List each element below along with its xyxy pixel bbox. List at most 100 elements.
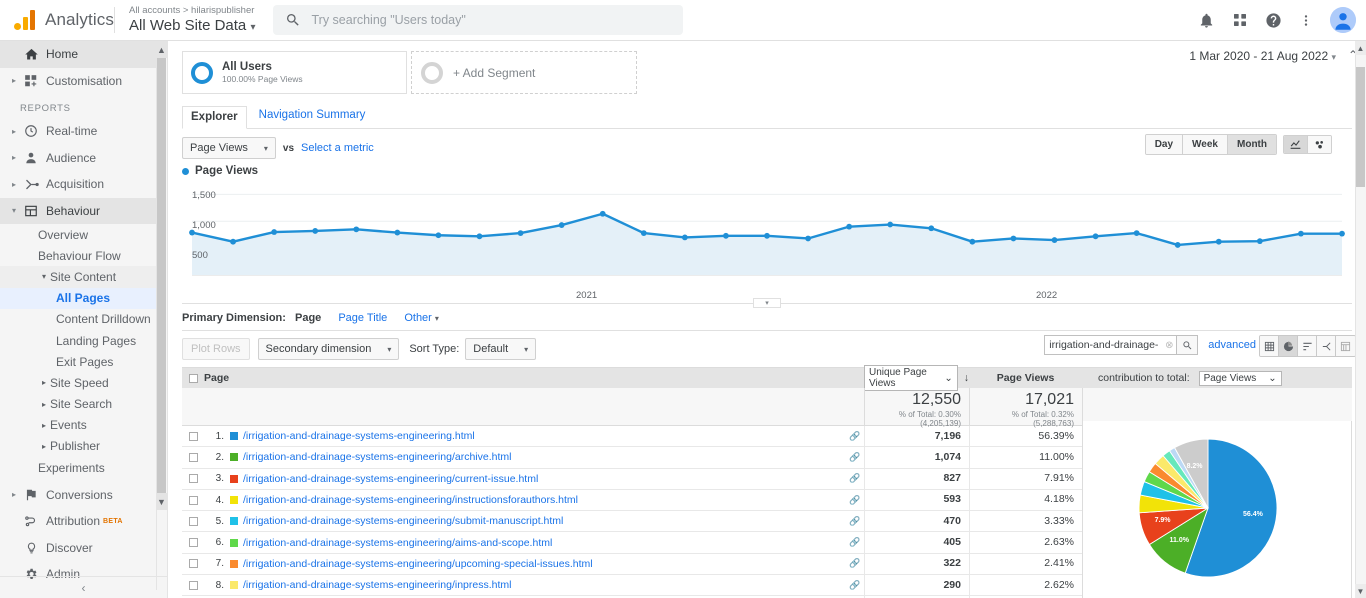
tab-explorer[interactable]: Explorer: [182, 106, 247, 129]
page-scroll-up[interactable]: ▲: [1355, 41, 1366, 55]
avatar[interactable]: [1330, 7, 1356, 33]
select-all-checkbox[interactable]: [182, 374, 204, 383]
row-checkbox[interactable]: [182, 559, 204, 568]
sidebar-item-real-time[interactable]: ▸ Real-time: [0, 118, 167, 145]
granularity-day[interactable]: Day: [1146, 135, 1183, 154]
row-checkbox[interactable]: [182, 474, 204, 483]
performance-view-icon[interactable]: [1298, 336, 1317, 356]
external-link-icon[interactable]: 🔗: [846, 516, 864, 527]
account-selector[interactable]: All accounts > hilarispublisher All Web …: [129, 6, 255, 34]
sidebar-collapse-button[interactable]: ‹: [0, 576, 167, 598]
analytics-logo[interactable]: Analytics: [0, 10, 110, 30]
add-segment-button[interactable]: + Add Segment: [411, 51, 637, 94]
global-search-input[interactable]: Try searching "Users today": [311, 13, 465, 27]
comparison-view-icon[interactable]: [1317, 336, 1336, 356]
sidebar-item-acquisition[interactable]: ▸ Acquisition: [0, 171, 167, 198]
sidebar-item-overview[interactable]: Overview: [0, 224, 167, 245]
page-scroll-down[interactable]: ▼: [1355, 584, 1366, 598]
row-checkbox[interactable]: [182, 432, 204, 441]
row-page-cell: /irrigation-and-drainage-systems-enginee…: [230, 515, 846, 527]
sidebar-item-all-pages[interactable]: All Pages: [0, 288, 167, 309]
row-page-link[interactable]: /irrigation-and-drainage-systems-enginee…: [243, 451, 511, 463]
date-range-picker[interactable]: 1 Mar 2020 - 21 Aug 2022 ▾: [1189, 49, 1336, 63]
advanced-link[interactable]: advanced: [1208, 339, 1256, 351]
row-page-link[interactable]: /irrigation-and-drainage-systems-enginee…: [243, 473, 538, 485]
sidebar-scrollbar[interactable]: ▲ ▼: [156, 41, 167, 590]
primary-dimension-page-title[interactable]: Page Title: [338, 312, 387, 324]
more-vert-icon[interactable]: [1299, 12, 1313, 29]
chart-svg: [182, 179, 1352, 287]
bubble-chart-icon[interactable]: [1308, 136, 1331, 153]
external-link-icon[interactable]: 🔗: [846, 431, 864, 442]
bell-icon[interactable]: [1198, 12, 1215, 29]
column-header-page-views[interactable]: Page Views: [969, 372, 1082, 384]
help-icon[interactable]: [1265, 12, 1282, 29]
row-page-link[interactable]: /irrigation-and-drainage-systems-enginee…: [243, 558, 593, 570]
sort-type-dropdown[interactable]: Default ▾: [465, 338, 536, 360]
property-name[interactable]: All Web Site Data ▾: [129, 17, 255, 34]
search-icon[interactable]: [1176, 335, 1198, 355]
sidebar-item-exit-pages[interactable]: Exit Pages: [0, 351, 167, 372]
sidebar-scroll-down[interactable]: ▼: [156, 493, 167, 510]
sidebar: Home ▸ Customisation REPORTS ▸ Real-time…: [0, 41, 168, 598]
primary-dimension-page[interactable]: Page: [295, 312, 321, 324]
external-link-icon[interactable]: 🔗: [846, 537, 864, 548]
row-page-link[interactable]: /irrigation-and-drainage-systems-enginee…: [243, 515, 563, 527]
sidebar-item-publisher[interactable]: ▸Publisher: [0, 436, 167, 457]
external-link-icon[interactable]: 🔗: [846, 558, 864, 569]
primary-dimension-other[interactable]: Other ▾: [404, 312, 439, 324]
sidebar-item-audience[interactable]: ▸ Audience: [0, 145, 167, 172]
sidebar-item-behaviour-flow[interactable]: Behaviour Flow: [0, 245, 167, 266]
sidebar-item-content-drilldown[interactable]: Content Drilldown: [0, 309, 167, 330]
page-scrollbar[interactable]: ▲ ▼: [1355, 41, 1366, 598]
sidebar-item-conversions[interactable]: ▸ Conversions: [0, 481, 167, 508]
granularity-month[interactable]: Month: [1228, 135, 1276, 154]
line-chart-icon[interactable]: [1284, 136, 1308, 153]
external-link-icon[interactable]: 🔗: [846, 452, 864, 463]
clear-icon[interactable]: ⊗: [1162, 335, 1176, 355]
column-header-page[interactable]: Page: [204, 372, 864, 384]
row-checkbox[interactable]: [182, 496, 204, 505]
sidebar-item-discover[interactable]: Discover: [0, 534, 167, 561]
sidebar-scroll-up[interactable]: ▲: [156, 41, 167, 58]
sidebar-item-behaviour[interactable]: ▾ Behaviour: [0, 198, 167, 225]
pivot-view-icon[interactable]: [1336, 336, 1355, 356]
row-page-link[interactable]: /irrigation-and-drainage-systems-enginee…: [243, 579, 511, 591]
table-search-input[interactable]: [1044, 335, 1162, 355]
external-link-icon[interactable]: 🔗: [846, 580, 864, 591]
metric-dropdown[interactable]: Page Views ▾: [182, 137, 276, 159]
sidebar-item-site-content[interactable]: ▾Site Content: [0, 266, 167, 287]
external-link-icon[interactable]: 🔗: [846, 495, 864, 506]
external-link-icon[interactable]: 🔗: [846, 473, 864, 484]
secondary-dimension-dropdown[interactable]: Secondary dimension ▾: [258, 338, 400, 360]
pie-view-icon[interactable]: [1279, 336, 1298, 356]
row-page-link[interactable]: /irrigation-and-drainage-systems-enginee…: [243, 494, 578, 506]
row-checkbox[interactable]: [182, 538, 204, 547]
segment-all-users[interactable]: All Users 100.00% Page Views: [182, 51, 407, 94]
sidebar-item-site-search[interactable]: ▸Site Search: [0, 394, 167, 415]
granularity-week[interactable]: Week: [1183, 135, 1228, 154]
sidebar-scroll-thumb[interactable]: [157, 58, 166, 493]
table-view-icon[interactable]: [1260, 336, 1279, 356]
sidebar-item-site-speed[interactable]: ▸Site Speed: [0, 372, 167, 393]
page-views-chart[interactable]: 1,500 1,000 500 2021 2022: [182, 179, 1352, 287]
row-checkbox[interactable]: [182, 517, 204, 526]
tab-navigation-summary[interactable]: Navigation Summary: [257, 105, 374, 128]
row-page-link[interactable]: /irrigation-and-drainage-systems-enginee…: [243, 537, 552, 549]
row-page-link[interactable]: /irrigation-and-drainage-systems-enginee…: [243, 430, 475, 442]
select-a-metric-link[interactable]: Select a metric: [301, 142, 374, 154]
row-checkbox[interactable]: [182, 581, 204, 590]
plot-rows-button[interactable]: Plot Rows: [182, 338, 250, 360]
sidebar-item-landing-pages[interactable]: Landing Pages: [0, 330, 167, 351]
sidebar-item-attribution[interactable]: Attribution BETA: [0, 508, 167, 535]
contribution-pie-chart[interactable]: 56.4%11.0%7.9%8.2%: [1082, 421, 1352, 598]
sidebar-item-experiments[interactable]: Experiments: [0, 457, 167, 478]
global-search[interactable]: Try searching "Users today": [273, 5, 683, 35]
sidebar-item-events[interactable]: ▸Events: [0, 415, 167, 436]
page-scroll-thumb[interactable]: [1356, 67, 1365, 187]
sidebar-item-home[interactable]: Home: [0, 41, 167, 68]
apps-grid-icon[interactable]: [1232, 12, 1248, 28]
row-checkbox[interactable]: [182, 453, 204, 462]
sidebar-item-customisation[interactable]: ▸ Customisation: [0, 68, 167, 95]
contribution-dropdown[interactable]: Page Views ⌄: [1199, 371, 1282, 386]
